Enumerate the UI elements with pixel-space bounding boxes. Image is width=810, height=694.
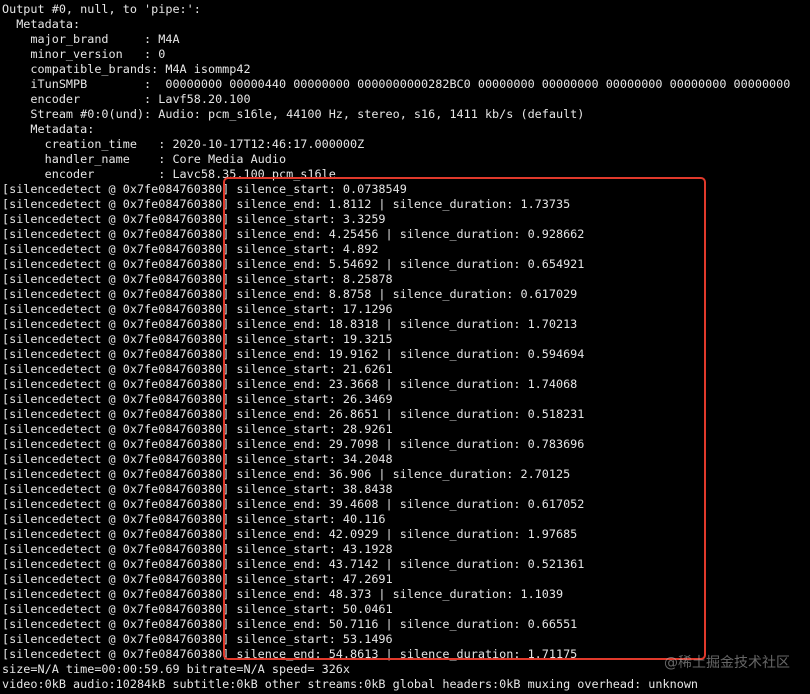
terminal-line: [silencedetect @ 0x7fe084760380] silence… <box>2 212 386 226</box>
terminal-line: [silencedetect @ 0x7fe084760380] silence… <box>2 572 393 586</box>
terminal-line: [silencedetect @ 0x7fe084760380] silence… <box>2 347 585 361</box>
terminal-line: minor_version : 0 <box>2 47 166 61</box>
terminal-line: [silencedetect @ 0x7fe084760380] silence… <box>2 272 393 286</box>
terminal-line: [silencedetect @ 0x7fe084760380] silence… <box>2 542 393 556</box>
terminal-line: [silencedetect @ 0x7fe084760380] silence… <box>2 332 393 346</box>
terminal-line: [silencedetect @ 0x7fe084760380] silence… <box>2 392 393 406</box>
terminal-line: [silencedetect @ 0x7fe084760380] silence… <box>2 467 571 481</box>
terminal-line: [silencedetect @ 0x7fe084760380] silence… <box>2 197 571 211</box>
terminal-line: major_brand : M4A <box>2 32 180 46</box>
terminal-line: [silencedetect @ 0x7fe084760380] silence… <box>2 452 393 466</box>
terminal-line: [silencedetect @ 0x7fe084760380] silence… <box>2 422 393 436</box>
terminal-line: Stream #0:0(und): Audio: pcm_s16le, 4410… <box>2 107 585 121</box>
terminal-line: [silencedetect @ 0x7fe084760380] silence… <box>2 257 585 271</box>
terminal-line: handler_name : Core Media Audio <box>2 152 287 166</box>
terminal-line: [silencedetect @ 0x7fe084760380] silence… <box>2 182 407 196</box>
terminal-line: [silencedetect @ 0x7fe084760380] silence… <box>2 317 578 331</box>
watermark-text: @稀土掘金技术社区 <box>664 655 790 671</box>
terminal-line: [silencedetect @ 0x7fe084760380] silence… <box>2 407 585 421</box>
terminal-line: encoder : Lavf58.20.100 <box>2 92 251 106</box>
terminal-line: [silencedetect @ 0x7fe084760380] silence… <box>2 482 393 496</box>
terminal-line: [silencedetect @ 0x7fe084760380] silence… <box>2 437 585 451</box>
terminal-line: encoder : Lavc58.35.100 pcm_s16le <box>2 167 336 181</box>
terminal-line: [silencedetect @ 0x7fe084760380] silence… <box>2 587 564 601</box>
terminal-output: Output #0, null, to 'pipe:': Metadata: m… <box>2 2 790 692</box>
terminal-line: [silencedetect @ 0x7fe084760380] silence… <box>2 497 585 511</box>
terminal-line: [silencedetect @ 0x7fe084760380] silence… <box>2 227 585 241</box>
terminal-line: compatible_brands: M4A isommp42 <box>2 62 251 76</box>
terminal-line: [silencedetect @ 0x7fe084760380] silence… <box>2 557 585 571</box>
terminal-line: [silencedetect @ 0x7fe084760380] silence… <box>2 287 578 301</box>
terminal-line: [silencedetect @ 0x7fe084760380] silence… <box>2 512 386 526</box>
terminal-line: [silencedetect @ 0x7fe084760380] silence… <box>2 527 578 541</box>
terminal-line: [silencedetect @ 0x7fe084760380] silence… <box>2 377 578 391</box>
terminal-line: [silencedetect @ 0x7fe084760380] silence… <box>2 617 578 631</box>
terminal-line: [silencedetect @ 0x7fe084760380] silence… <box>2 602 393 616</box>
terminal-line: [silencedetect @ 0x7fe084760380] silence… <box>2 362 393 376</box>
terminal-window[interactable]: Output #0, null, to 'pipe:': Metadata: m… <box>0 0 810 694</box>
terminal-line: [silencedetect @ 0x7fe084760380] silence… <box>2 302 393 316</box>
terminal-line: video:0kB audio:10284kB subtitle:0kB oth… <box>2 677 699 691</box>
terminal-line: Metadata: <box>2 122 95 136</box>
terminal-line: [silencedetect @ 0x7fe084760380] silence… <box>2 242 379 256</box>
terminal-line: iTunSMPB : 00000000 00000440 00000000 00… <box>2 77 791 91</box>
terminal-line: Output #0, null, to 'pipe:': <box>2 2 201 16</box>
terminal-line: Metadata: <box>2 17 81 31</box>
terminal-line: [silencedetect @ 0x7fe084760380] silence… <box>2 632 393 646</box>
terminal-line: creation_time : 2020-10-17T12:46:17.0000… <box>2 137 365 151</box>
